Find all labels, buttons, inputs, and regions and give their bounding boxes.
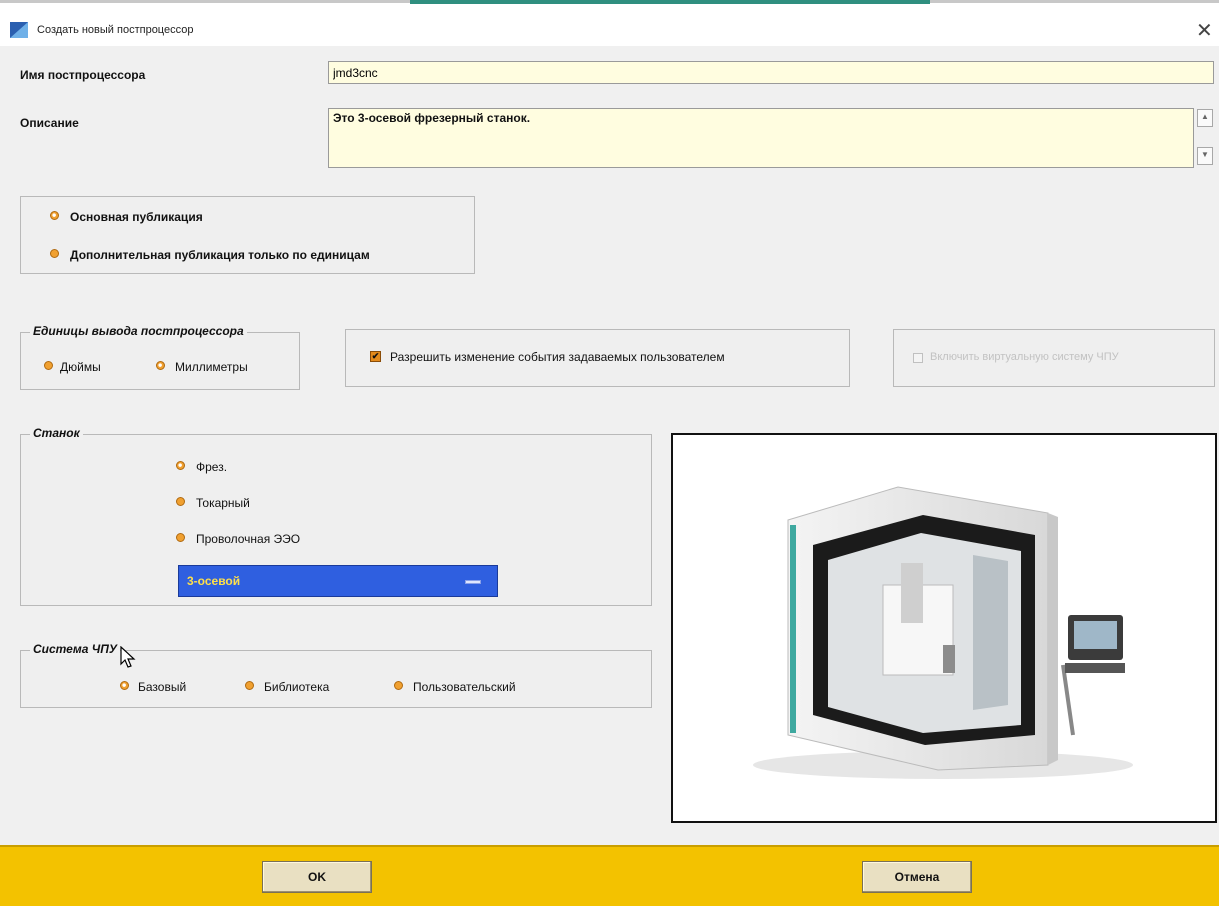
controller-legend: Система ЧПУ bbox=[30, 642, 120, 656]
units-mm-label: Миллиметры bbox=[175, 360, 248, 374]
scroll-up-icon[interactable]: ▲ bbox=[1197, 109, 1213, 127]
units-inches-radio[interactable] bbox=[44, 361, 53, 370]
cnc-machine-illustration bbox=[753, 486, 1133, 779]
ok-button[interactable]: OK bbox=[262, 861, 372, 893]
postprocessor-name-label: Имя постпроцессора bbox=[20, 68, 146, 82]
window-title: Создать новый постпроцессор bbox=[37, 24, 194, 36]
axis-select[interactable]: 3-осевой bbox=[178, 565, 498, 597]
controller-panel bbox=[20, 650, 652, 708]
controller-user-label: Пользовательский bbox=[413, 680, 516, 694]
axis-select-value: 3-осевой bbox=[187, 574, 241, 588]
units-inches-label: Дюймы bbox=[60, 360, 101, 374]
publication-main-label: Основная публикация bbox=[70, 210, 203, 224]
machine-legend: Станок bbox=[30, 426, 83, 440]
footer-bar bbox=[0, 845, 1219, 906]
machine-mill-radio[interactable] bbox=[176, 461, 185, 470]
controller-generic-label: Базовый bbox=[138, 680, 187, 694]
units-legend: Единицы вывода постпроцессора bbox=[30, 324, 247, 338]
dropdown-indicator-icon bbox=[465, 580, 481, 584]
machine-wire-edm-radio[interactable] bbox=[176, 533, 185, 542]
publication-panel bbox=[20, 196, 475, 274]
machine-lathe-label: Токарный bbox=[196, 496, 250, 510]
close-icon[interactable]: ✕ bbox=[1196, 18, 1213, 43]
controller-generic-radio[interactable] bbox=[120, 681, 129, 690]
description-label: Описание bbox=[20, 116, 79, 130]
machine-mill-label: Фрез. bbox=[196, 460, 228, 474]
machine-lathe-radio[interactable] bbox=[176, 497, 185, 506]
title-accent-strip bbox=[410, 0, 930, 4]
postprocessor-name-input[interactable] bbox=[328, 61, 1214, 84]
cancel-button[interactable]: Отмена bbox=[862, 861, 972, 893]
description-textarea[interactable]: Это 3-осевой фрезерный станок. bbox=[328, 108, 1194, 168]
title-bar bbox=[0, 0, 1219, 46]
app-icon bbox=[10, 22, 28, 38]
publication-main-radio[interactable] bbox=[50, 211, 59, 220]
mouse-cursor-icon bbox=[120, 646, 136, 668]
machine-preview-image bbox=[671, 433, 1217, 823]
controller-library-label: Библиотека bbox=[264, 680, 330, 694]
publication-extra-radio[interactable] bbox=[50, 249, 59, 258]
scroll-down-icon[interactable]: ▼ bbox=[1197, 147, 1213, 165]
units-mm-radio[interactable] bbox=[156, 361, 165, 370]
allow-events-checkbox[interactable]: ✔ bbox=[370, 351, 381, 362]
controller-library-radio[interactable] bbox=[245, 681, 254, 690]
machine-wire-edm-label: Проволочная ЭЭО bbox=[196, 532, 301, 546]
allow-events-label: Разрешить изменение события задаваемых п… bbox=[390, 350, 725, 364]
virtual-cnc-label: Включить виртуальную систему ЧПУ bbox=[930, 351, 1119, 363]
virtual-cnc-checkbox bbox=[913, 353, 923, 363]
publication-extra-label: Дополнительная публикация только по един… bbox=[70, 248, 370, 262]
controller-user-radio[interactable] bbox=[394, 681, 403, 690]
